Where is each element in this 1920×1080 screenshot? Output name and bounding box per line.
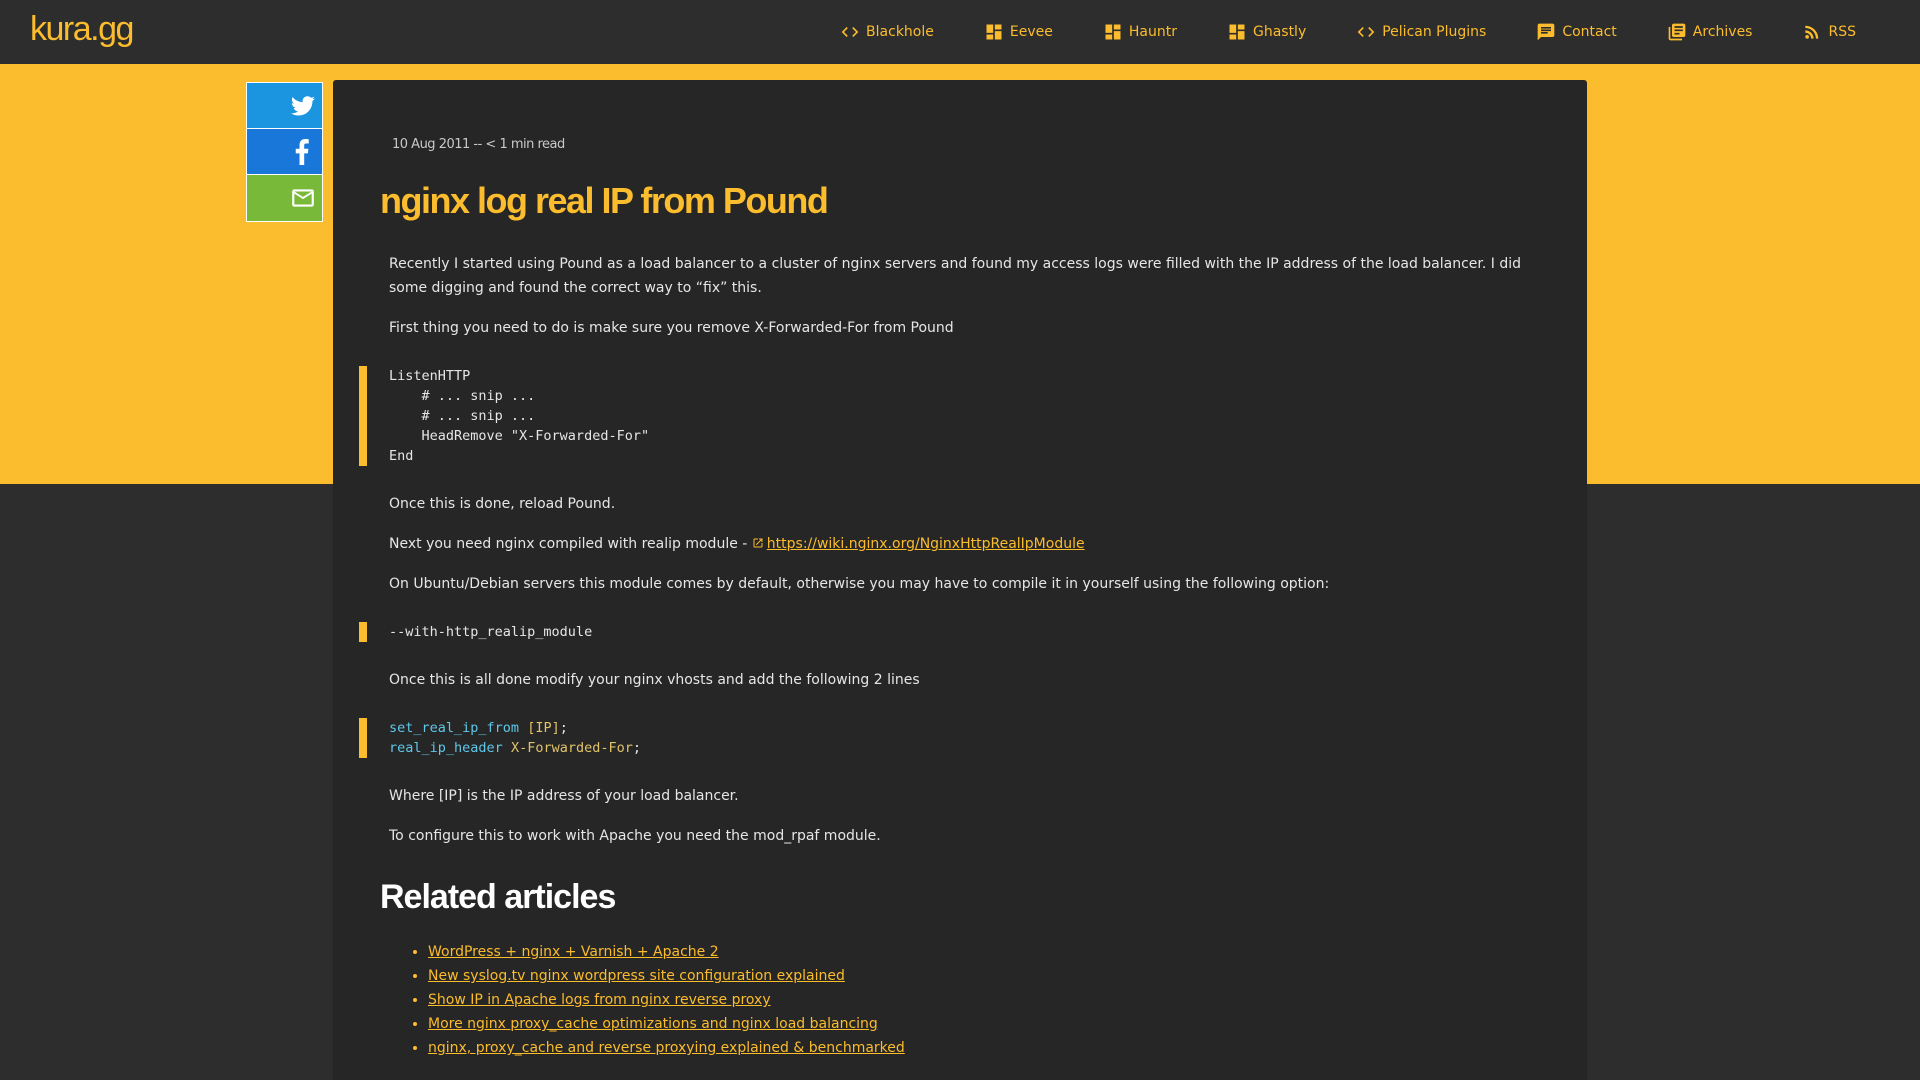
- code-terminator: ;: [559, 720, 568, 736]
- related-article-link[interactable]: nginx, proxy_cache and reverse proxying …: [428, 1040, 905, 1056]
- email-icon: [292, 189, 314, 207]
- nav-label: Ghastly: [1252, 24, 1307, 40]
- paragraph: Where [IP] is the IP address of your loa…: [389, 788, 739, 804]
- nav-item-rss[interactable]: RSS: [1802, 22, 1856, 42]
- paragraph: On Ubuntu/Debian servers this module com…: [389, 576, 1330, 592]
- nav-label: Pelican Plugins: [1382, 24, 1487, 40]
- related-articles-list: WordPress + nginx + Varnish + Apache 2 N…: [428, 940, 905, 1060]
- code-directive: real_ip_header: [389, 740, 503, 756]
- nav-item-eevee[interactable]: Eevee: [984, 22, 1053, 42]
- nav-item-ghastly[interactable]: Ghastly: [1227, 22, 1306, 42]
- nav-label: Contact: [1562, 24, 1617, 40]
- related-article-link[interactable]: New syslog.tv nginx wordpress site confi…: [428, 968, 845, 984]
- article-card: 10 Aug 2011 -- < 1 min read nginx log re…: [333, 80, 1587, 1080]
- dashboard-icon: [1229, 24, 1245, 40]
- nav-label: RSS: [1828, 24, 1856, 40]
- list-item: New syslog.tv nginx wordpress site confi…: [428, 964, 905, 988]
- article-title: nginx log real IP from Pound: [380, 180, 829, 221]
- top-navigation-bar: kura.gg Blackhole Eevee Hauntr Ghastly P…: [0, 0, 1920, 64]
- dashboard-icon: [1105, 24, 1121, 40]
- nav-item-blackhole[interactable]: Blackhole: [840, 22, 934, 42]
- article-meta: 10 Aug 2011 -- < 1 min read: [392, 137, 565, 152]
- code-directive: set_real_ip_from: [389, 720, 520, 736]
- realip-module-link[interactable]: https://wiki.nginx.org/NginxHttpRealIpMo…: [767, 536, 1085, 552]
- main-nav: Blackhole Eevee Hauntr Ghastly Pelican P…: [790, 0, 1856, 64]
- external-link-icon: [753, 538, 763, 548]
- code-icon: [841, 27, 859, 37]
- code-block-pound: ListenHTTP # ... snip ... # ... snip ...…: [359, 366, 1529, 466]
- list-item: WordPress + nginx + Varnish + Apache 2: [428, 940, 905, 964]
- code-block-nginx-config: set_real_ip_from [IP]; real_ip_header X-…: [359, 718, 1529, 758]
- share-email-button[interactable]: [247, 175, 322, 221]
- dashboard-icon: [986, 24, 1002, 40]
- list-item: nginx, proxy_cache and reverse proxying …: [428, 1036, 905, 1060]
- library-icon: [1668, 23, 1686, 41]
- nav-label: Archives: [1692, 24, 1753, 40]
- related-article-link[interactable]: WordPress + nginx + Varnish + Apache 2: [428, 944, 719, 960]
- related-articles-heading: Related articles: [380, 878, 616, 916]
- nav-item-archives[interactable]: Archives: [1667, 22, 1753, 42]
- list-item: More nginx proxy_cache optimizations and…: [428, 1012, 905, 1036]
- paragraph: Once this is all done modify your nginx …: [389, 672, 920, 688]
- paragraph: Recently I started using Pound as a load…: [389, 256, 1522, 296]
- nav-item-contact[interactable]: Contact: [1536, 22, 1617, 42]
- list-item: Show IP in Apache logs from nginx revers…: [428, 988, 905, 1012]
- paragraph: Once this is done, reload Pound.: [389, 496, 616, 512]
- share-buttons: [246, 82, 323, 222]
- nav-label: Eevee: [1009, 24, 1053, 40]
- article-body: Recently I started using Pound as a load…: [359, 252, 1529, 864]
- nav-label: Hauntr: [1128, 24, 1177, 40]
- facebook-icon: [295, 138, 309, 165]
- share-twitter-button[interactable]: [247, 83, 322, 129]
- nav-item-hauntr[interactable]: Hauntr: [1103, 22, 1177, 42]
- code-value: [IP]: [527, 720, 560, 736]
- twitter-icon: [291, 95, 315, 116]
- chat-icon: [1537, 23, 1555, 41]
- paragraph: To configure this to work with Apache yo…: [389, 828, 881, 844]
- code-icon: [1357, 27, 1375, 37]
- code-value: X-Forwarded-For: [510, 740, 633, 756]
- related-article-link[interactable]: More nginx proxy_cache optimizations and…: [428, 1016, 878, 1032]
- site-logo[interactable]: kura.gg: [30, 10, 134, 49]
- code-block-configure-option: --with-http_realip_module: [359, 622, 1529, 642]
- related-article-link[interactable]: Show IP in Apache logs from nginx revers…: [428, 992, 771, 1008]
- paragraph-text: Next you need nginx compiled with realip…: [389, 536, 752, 552]
- paragraph: First thing you need to do is make sure …: [389, 320, 954, 336]
- code-terminator: ;: [632, 740, 641, 756]
- rss-icon: [1805, 25, 1819, 39]
- paragraph: Next you need nginx compiled with realip…: [389, 532, 1529, 556]
- share-facebook-button[interactable]: [247, 129, 322, 175]
- nav-item-pelican-plugins[interactable]: Pelican Plugins: [1356, 22, 1486, 42]
- nav-label: Blackhole: [866, 24, 934, 40]
